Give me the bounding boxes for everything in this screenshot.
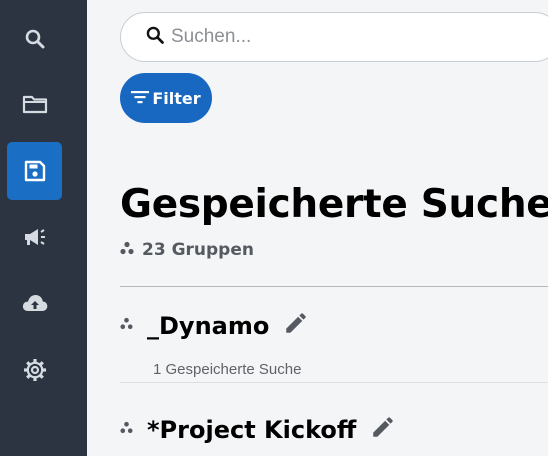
search-icon (23, 27, 47, 51)
group-icon (120, 317, 133, 335)
divider (120, 286, 548, 287)
filter-label: Filter (152, 88, 201, 108)
group-name: *Project Kickoff (147, 415, 357, 444)
sidebar-item-upload[interactable] (7, 274, 62, 332)
search-input[interactable] (171, 26, 471, 48)
group-item[interactable]: *Project Kickoff (120, 414, 396, 445)
group-icon (120, 421, 133, 439)
sidebar-item-settings[interactable] (7, 341, 62, 399)
filter-icon (131, 89, 152, 108)
group-item[interactable]: _Dynamo (120, 310, 309, 341)
edit-icon[interactable] (370, 414, 396, 445)
divider (120, 382, 548, 383)
sidebar-item-folder[interactable] (7, 75, 62, 133)
group-count: 23 Gruppen (120, 240, 254, 260)
main-content: Filter Gespeicherte Suche 23 Gruppen _Dy… (87, 0, 548, 456)
group-name: _Dynamo (147, 311, 270, 340)
gear-icon (22, 357, 48, 383)
sidebar-item-announcements[interactable] (7, 208, 62, 266)
edit-icon[interactable] (283, 310, 309, 341)
megaphone-icon (22, 225, 48, 249)
page-title: Gespeicherte Suche (120, 182, 548, 227)
folder-icon (22, 92, 48, 116)
group-icon (120, 240, 134, 260)
sidebar-item-search[interactable] (7, 10, 62, 68)
sidebar (0, 0, 87, 456)
filter-button[interactable]: Filter (120, 73, 212, 123)
search-icon (145, 25, 165, 50)
sidebar-item-saved-searches[interactable] (7, 142, 62, 200)
cloud-upload-icon (21, 292, 49, 314)
search-bar[interactable] (120, 12, 548, 62)
group-count-label: 23 Gruppen (142, 240, 254, 260)
group-subtitle: 1 Gespeicherte Suche (153, 361, 302, 378)
save-icon (23, 159, 47, 183)
